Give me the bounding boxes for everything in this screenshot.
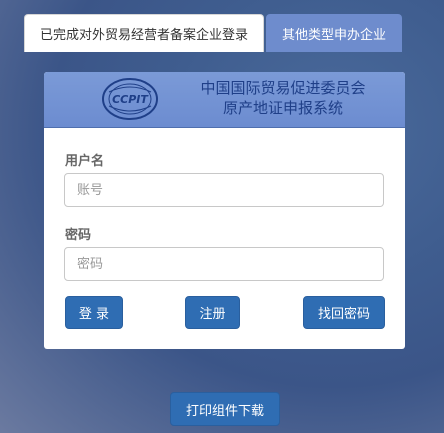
- print-component-download-button[interactable]: 打印组件下载: [170, 392, 280, 426]
- banner-title-line2: 原产地证申报系统: [222, 99, 343, 117]
- recover-password-button[interactable]: 找回密码: [303, 296, 385, 329]
- password-label: 密码: [65, 228, 92, 243]
- ccpit-logo-icon: CCPIT: [102, 78, 158, 120]
- system-banner: CCPIT 中国国际贸易促进委员会 原产地证申报系统: [44, 72, 405, 128]
- login-panel: CCPIT 中国国际贸易促进委员会 原产地证申报系统 用户名 密码 登 录 注册…: [44, 72, 405, 349]
- register-button[interactable]: 注册: [185, 296, 240, 329]
- tab-registered-enterprise-login[interactable]: 已完成对外贸易经营者备案企业登录: [24, 14, 264, 52]
- username-label: 用户名: [65, 154, 105, 169]
- password-input[interactable]: [64, 247, 384, 281]
- banner-title-line1: 中国国际贸易促进委员会: [200, 79, 366, 97]
- username-input[interactable]: [64, 173, 384, 207]
- tab-label: 已完成对外贸易经营者备案企业登录: [39, 28, 248, 43]
- tab-other-enterprise[interactable]: 其他类型申办企业: [266, 14, 402, 52]
- banner-title: 中国国际贸易促进委员会 原产地证申报系统: [168, 78, 398, 118]
- logo-text: CCPIT: [112, 93, 149, 106]
- tab-label: 其他类型申办企业: [281, 27, 386, 43]
- login-button[interactable]: 登 录: [65, 296, 123, 329]
